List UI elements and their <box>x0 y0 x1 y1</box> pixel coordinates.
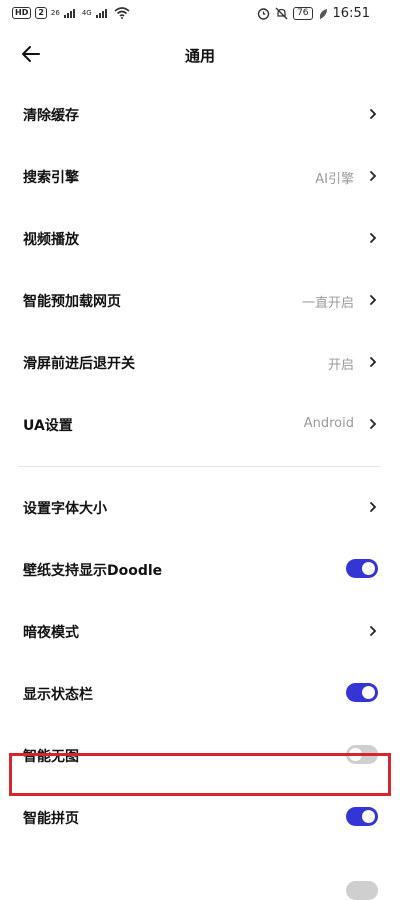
settings-row-value: Android <box>303 416 354 431</box>
settings-row[interactable]: 智能无图 <box>0 725 400 787</box>
mute-icon <box>275 7 288 20</box>
settings-row[interactable]: 设置字体大小 <box>0 477 400 539</box>
page-title: 通用 <box>184 47 215 65</box>
settings-row-label: 滑屏前进后退开关 <box>23 356 135 372</box>
group-divider <box>18 466 380 467</box>
leaf-icon <box>319 8 327 19</box>
top-app-bar: 通用 <box>0 35 400 75</box>
settings-row-value: 一直开启 <box>301 296 354 311</box>
chevron-right-icon <box>370 502 377 512</box>
settings-row-label: 智能无图 <box>23 749 79 765</box>
settings-row[interactable]: 显示状态栏 <box>0 663 400 725</box>
chevron-right-icon <box>370 233 377 243</box>
clock: 16:51 <box>332 6 370 21</box>
settings-row[interactable]: 滑屏前进后退开关 开启 <box>0 332 400 394</box>
settings-row[interactable]: UA设置 Android <box>0 394 400 456</box>
toggle-knob <box>349 748 362 761</box>
signal-icon <box>63 9 75 18</box>
settings-row[interactable]: 清除缓存 <box>0 84 400 146</box>
settings-row-label: 暗夜模式 <box>23 625 79 641</box>
toggle-knob <box>362 686 375 699</box>
toggle-switch[interactable] <box>346 745 378 764</box>
chevron-right-icon <box>370 109 377 119</box>
battery-indicator: 76 <box>293 7 313 20</box>
battery-level: 76 <box>297 8 309 18</box>
settings-row-value: AI引擎 <box>315 172 354 187</box>
toggle-knob <box>362 562 375 575</box>
signal-label-1: 26 <box>50 9 60 17</box>
chevron-right-icon <box>370 357 377 367</box>
wifi-icon <box>114 7 130 19</box>
settings-row-label: 智能拼页 <box>23 811 79 827</box>
toggle-switch[interactable] <box>346 559 378 578</box>
toggle-switch[interactable] <box>346 807 378 826</box>
settings-row-label: 视频播放 <box>23 232 79 248</box>
settings-row[interactable]: 视频播放 <box>0 208 400 270</box>
settings-row[interactable]: 智能拼页 <box>0 787 400 849</box>
status-bar: HD 2 26 4G 76 16:51 <box>0 0 400 28</box>
status-left: HD 2 26 4G <box>12 7 130 19</box>
settings-list: 清除缓存搜索引擎 AI引擎视频播放智能预加载网页 一直开启滑屏前进后退开关 开启 UA设… <box>0 84 400 849</box>
settings-row-label: 设置字体大小 <box>23 501 107 517</box>
alarm-icon <box>257 8 270 20</box>
settings-row-label: 清除缓存 <box>23 108 79 124</box>
settings-group-general: 清除缓存搜索引擎 AI引擎视频播放智能预加载网页 一直开启滑屏前进后退开关 开启 UA设… <box>0 84 400 456</box>
settings-row[interactable]: 暗夜模式 <box>0 601 400 663</box>
partial-toggle[interactable] <box>346 881 378 900</box>
settings-row-value: 开启 <box>327 358 354 373</box>
signal-label-2: 4G <box>81 9 92 17</box>
chevron-right-icon <box>370 171 377 181</box>
settings-row-label: 显示状态栏 <box>23 687 93 703</box>
settings-row-label: 壁纸支持显示Doodle <box>23 563 163 579</box>
settings-group-display: 设置字体大小壁纸支持显示Doodle 暗夜模式显示状态栏智能无图智能拼页 <box>0 477 400 849</box>
settings-row[interactable]: 智能预加载网页 一直开启 <box>0 270 400 332</box>
settings-row[interactable]: 搜索引擎 AI引擎 <box>0 146 400 208</box>
signal-icon-2 <box>95 9 107 18</box>
hd-badge: HD <box>12 7 32 19</box>
sim-badge: 2 <box>35 7 47 19</box>
status-right: 76 16:51 <box>257 6 370 21</box>
settings-row[interactable]: 壁纸支持显示Doodle <box>0 539 400 601</box>
toggle-knob <box>362 810 375 823</box>
chevron-right-icon <box>370 295 377 305</box>
chevron-right-icon <box>370 626 377 636</box>
settings-row-label: 搜索引擎 <box>23 170 79 186</box>
settings-row-label: 智能预加载网页 <box>23 294 121 310</box>
toggle-switch[interactable] <box>346 683 378 702</box>
chevron-right-icon <box>370 419 377 429</box>
settings-row-label: UA设置 <box>23 418 73 434</box>
